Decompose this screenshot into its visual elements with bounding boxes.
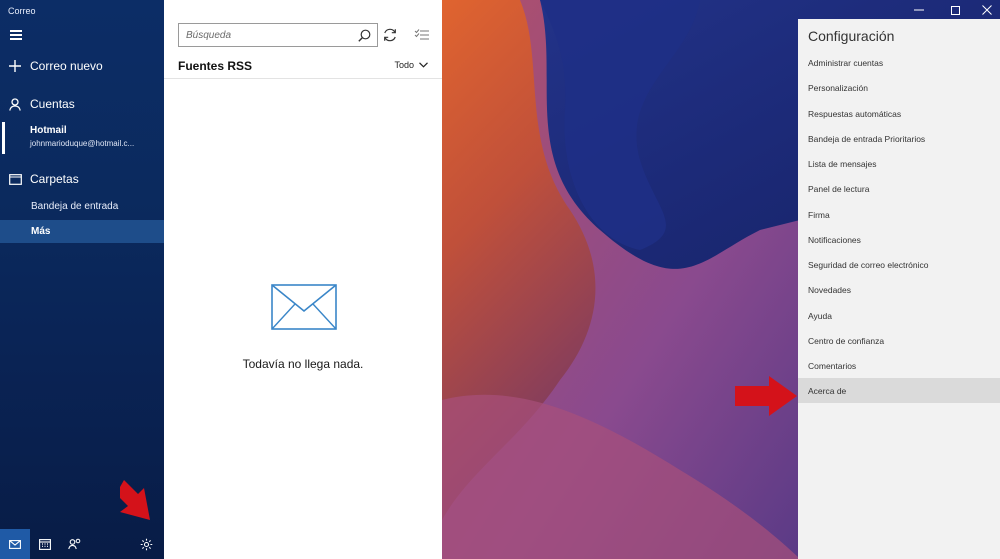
settings-item-automatic-replies[interactable]: Respuestas automáticas: [798, 101, 1000, 126]
settings-item-focused-inbox[interactable]: Bandeja de entrada Prioritarios: [798, 126, 1000, 151]
settings-item-whats-new[interactable]: Novedades: [798, 277, 1000, 302]
chevron-down-icon: [419, 60, 428, 70]
list-divider: [164, 78, 442, 79]
settings-title: Configuración: [808, 28, 895, 44]
hamburger-menu-icon[interactable]: [10, 30, 22, 40]
accounts-header[interactable]: Cuentas: [0, 96, 164, 112]
close-icon[interactable]: [976, 2, 998, 18]
account-email: johnmarioduque@hotmail.c...: [30, 139, 135, 148]
empty-mail-envelope-icon: [271, 284, 337, 335]
minimize-icon[interactable]: [908, 2, 930, 18]
app-title: Correo: [8, 6, 36, 16]
settings-item-help[interactable]: Ayuda: [798, 303, 1000, 328]
folders-header[interactable]: Carpetas: [0, 171, 164, 187]
maximize-icon[interactable]: [944, 2, 966, 18]
settings-item-reading-pane[interactable]: Panel de lectura: [798, 176, 1000, 201]
filter-label: Todo: [394, 60, 414, 70]
plus-icon: [0, 60, 30, 72]
settings-item-personalization[interactable]: Personalización: [798, 75, 1000, 100]
settings-item-email-security[interactable]: Seguridad de correo electrónico: [798, 252, 1000, 277]
calendar-icon[interactable]: [30, 529, 60, 559]
settings-item-message-list[interactable]: Lista de mensajes: [798, 151, 1000, 176]
empty-message: Todavía no llega nada.: [242, 357, 364, 371]
message-list-pane: Búsqueda Fuentes RSS Todo Todavía no lle…: [164, 0, 442, 559]
folder-more-label: Más: [31, 226, 51, 237]
accounts-header-label: Cuentas: [30, 97, 75, 111]
new-mail-button[interactable]: Correo nuevo: [0, 58, 164, 74]
annotation-arrow-about: [735, 376, 797, 416]
gear-icon[interactable]: [131, 529, 161, 559]
settings-item-manage-accounts[interactable]: Administrar cuentas: [798, 50, 1000, 75]
person-icon: [0, 97, 30, 111]
sync-icon[interactable]: [382, 27, 398, 43]
folder-inbox[interactable]: Bandeja de entrada: [31, 201, 118, 212]
account-selected-indicator: [2, 122, 5, 154]
navigation-pane: Correo Correo nuevo Cuentas Hotmail john…: [0, 0, 164, 559]
settings-panel: Configuración Administrar cuentas Person…: [798, 19, 1000, 559]
search-placeholder: Búsqueda: [186, 30, 232, 41]
folder-more-selected[interactable]: Más: [0, 220, 164, 243]
account-hotmail[interactable]: Hotmail johnmarioduque@hotmail.c...: [0, 120, 164, 156]
search-icon[interactable]: [358, 29, 371, 47]
settings-item-trust-center[interactable]: Centro de confianza: [798, 328, 1000, 353]
new-mail-label: Correo nuevo: [30, 59, 103, 73]
folder-icon: [0, 173, 30, 185]
settings-item-signature[interactable]: Firma: [798, 202, 1000, 227]
account-name: Hotmail: [30, 125, 67, 136]
folder-title: Fuentes RSS: [178, 59, 253, 73]
people-icon[interactable]: [60, 529, 90, 559]
search-input[interactable]: Búsqueda: [178, 23, 378, 47]
selection-mode-icon[interactable]: [414, 27, 430, 43]
settings-item-feedback[interactable]: Comentarios: [798, 353, 1000, 378]
annotation-arrow-gear: [120, 480, 150, 520]
folders-header-label: Carpetas: [30, 172, 79, 186]
mail-icon[interactable]: [0, 529, 30, 559]
bottom-app-switcher: [0, 529, 164, 559]
settings-item-notifications[interactable]: Notificaciones: [798, 227, 1000, 252]
filter-dropdown[interactable]: Todo: [394, 60, 428, 70]
settings-item-about[interactable]: Acerca de: [798, 378, 1000, 403]
